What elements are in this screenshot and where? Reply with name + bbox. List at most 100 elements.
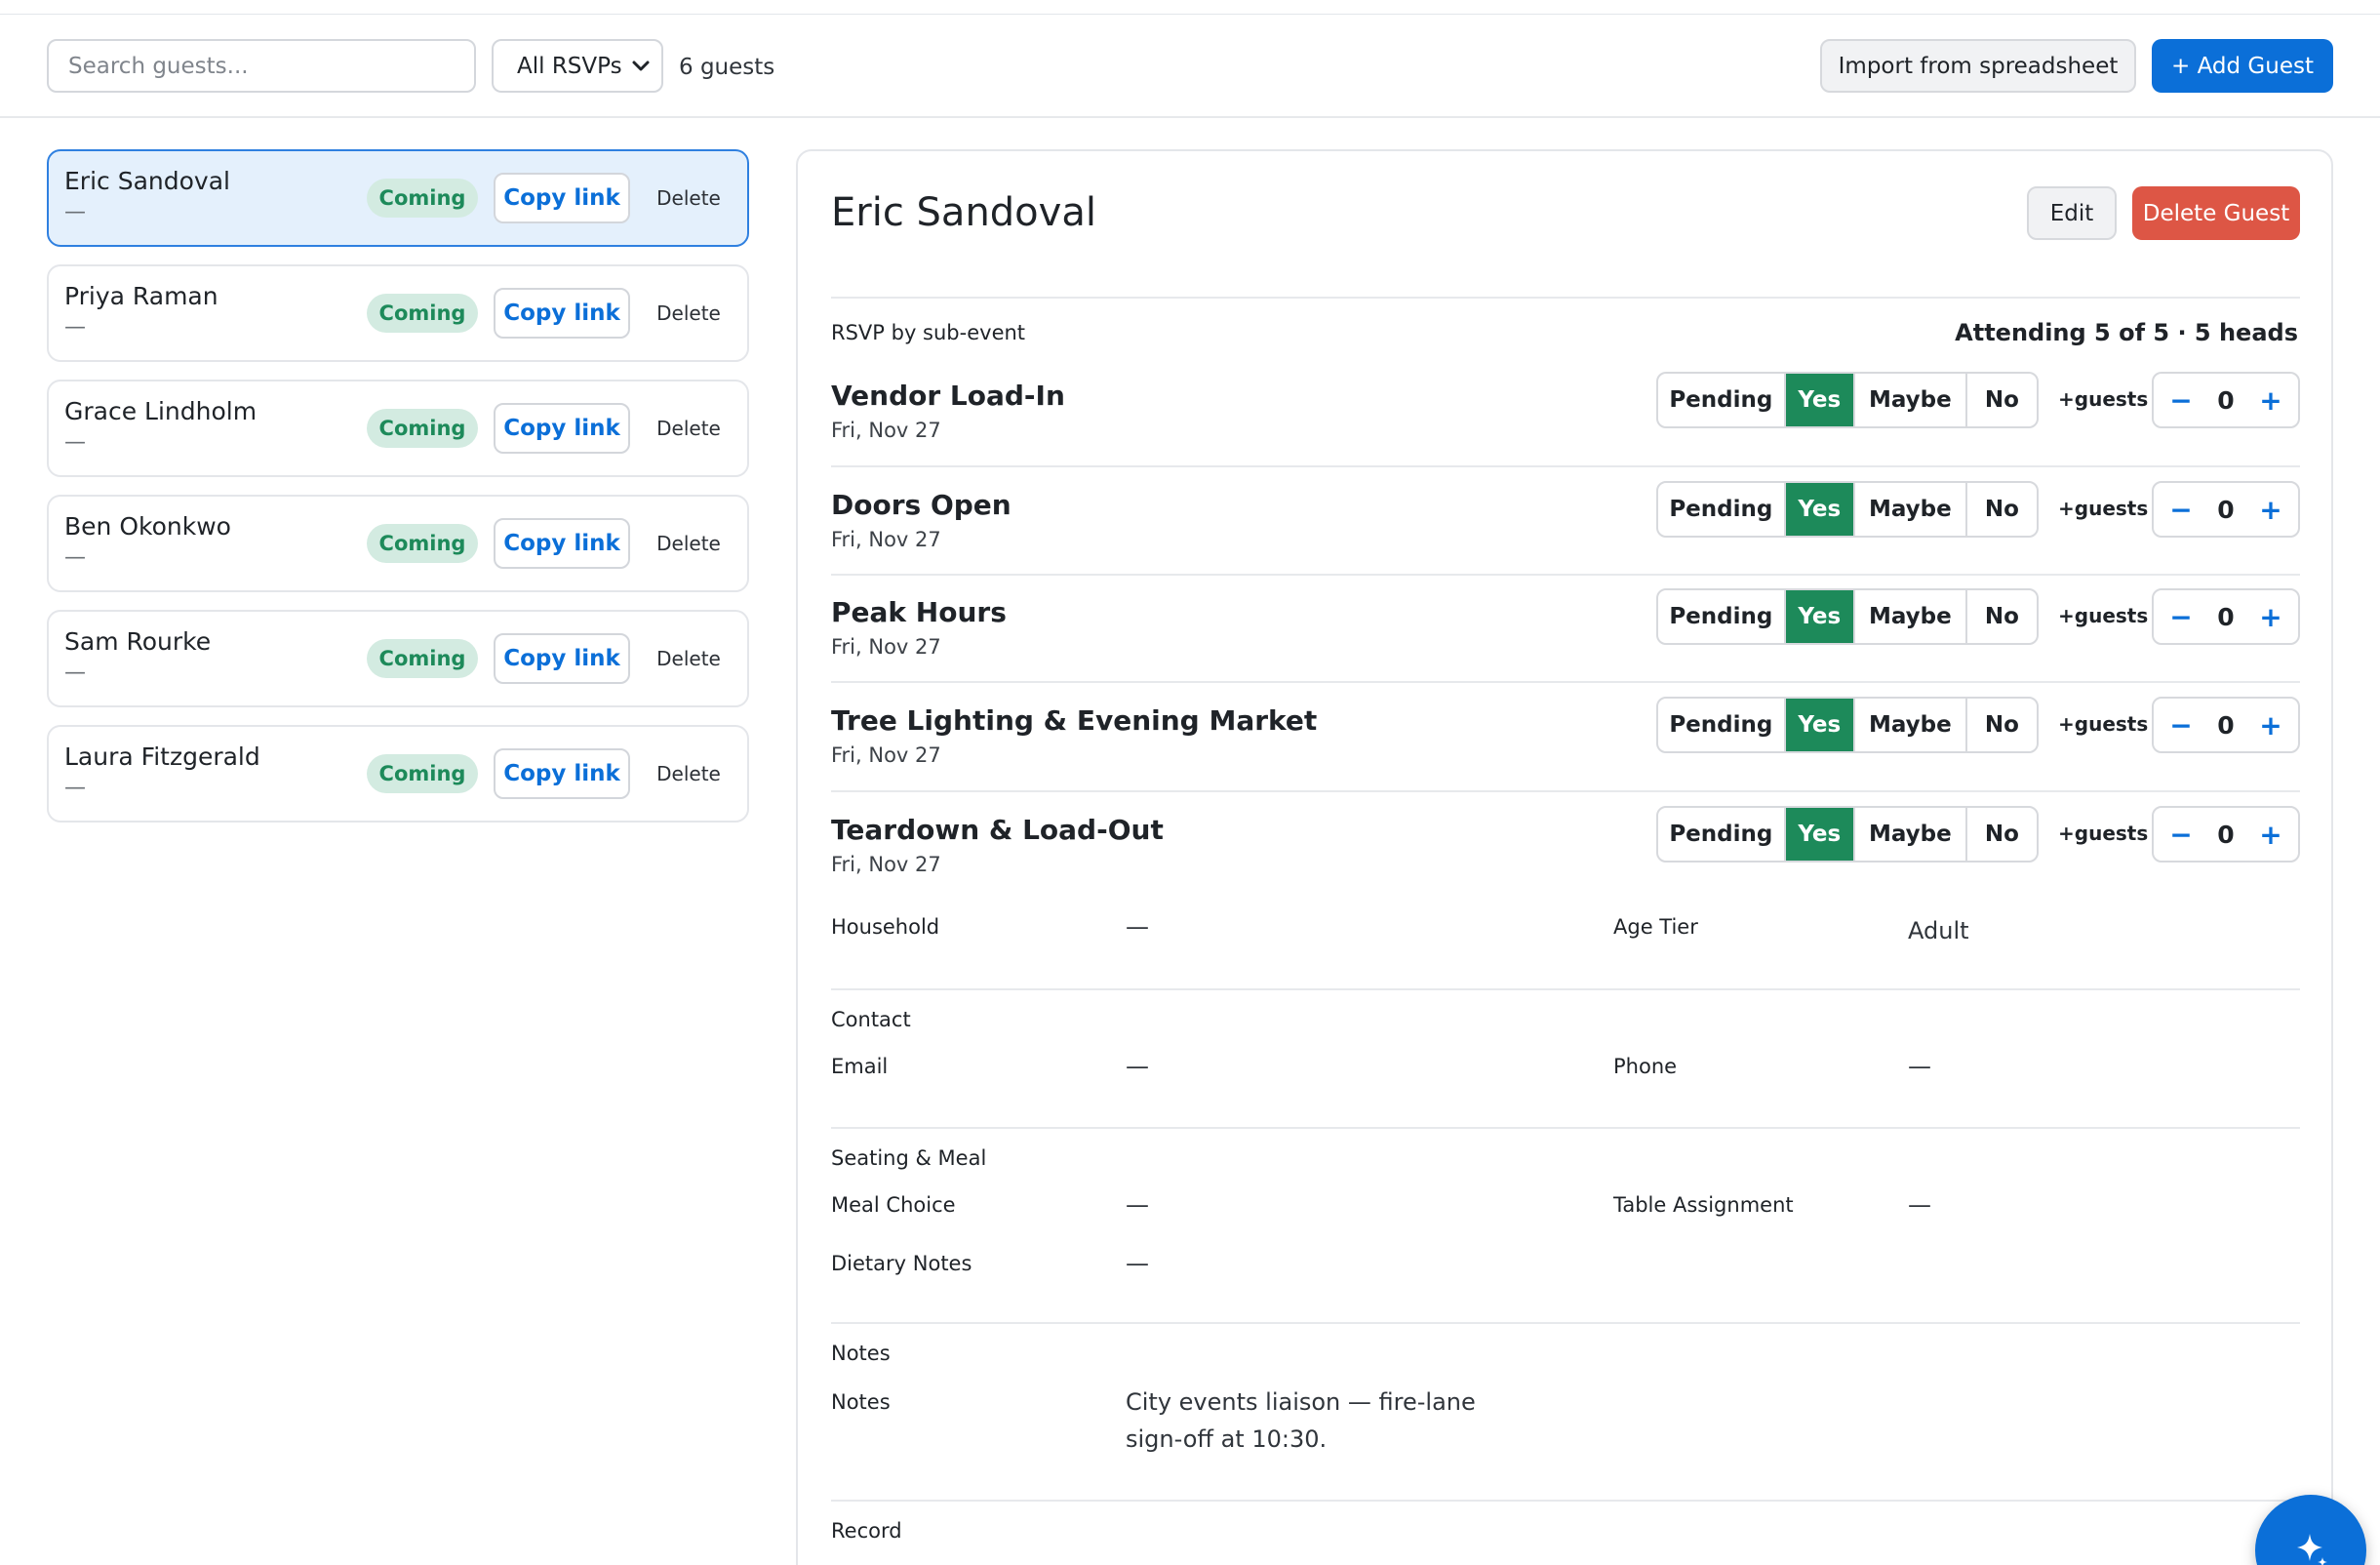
delete-guest-button[interactable]: Delete [646,748,732,799]
rsvp-yes-option[interactable]: Yes [1785,699,1855,751]
rsvp-yes-option[interactable]: Yes [1785,590,1855,643]
search-input[interactable] [47,39,476,93]
age-tier-value: Adult [1908,917,1969,944]
delete-guest-button[interactable]: Delete [646,403,732,454]
guest-name: Priya Raman [64,282,218,310]
increment-button[interactable]: + [2259,494,2282,526]
decrement-button[interactable]: − [2169,601,2193,633]
guest-detail-panel: Eric Sandoval Edit Delete Guest RSVP by … [796,149,2333,1565]
sub-event-date: Fri, Nov 27 [831,853,941,876]
rsvp-pending-option[interactable]: Pending [1658,374,1786,426]
increment-button[interactable]: + [2259,819,2282,851]
guest-count: 6 guests [679,55,775,80]
rsvp-yes-option[interactable]: Yes [1785,808,1855,861]
decrement-button[interactable]: − [2169,819,2193,851]
sub-event-name: Tree Lighting & Evening Market [831,704,1318,737]
plus-guests-stepper: − 0 + [2152,372,2300,428]
rsvp-no-option[interactable]: No [1967,808,2037,861]
rsvp-segmented-control: Pending Yes Maybe No [1656,372,2039,428]
rsvp-maybe-option[interactable]: Maybe [1855,699,1967,751]
decrement-button[interactable]: − [2169,384,2193,417]
sub-event-name: Vendor Load-In [831,380,1065,412]
rsvp-maybe-option[interactable]: Maybe [1855,483,1967,536]
guest-card[interactable]: Grace Lindholm — Coming Copy link Delete [47,380,749,477]
sub-event-row: Vendor Load-In Fri, Nov 27 Pending Yes M… [831,372,2300,487]
sub-event-name: Teardown & Load-Out [831,814,1164,846]
dietary-notes-label: Dietary Notes [831,1252,972,1275]
rsvp-pending-option[interactable]: Pending [1658,590,1786,643]
plus-guests-value: 0 [2217,385,2235,415]
plus-guests-label: +guests [2058,387,2149,411]
guest-household: — [64,545,86,570]
rsvp-maybe-option[interactable]: Maybe [1855,808,1967,861]
rsvp-no-option[interactable]: No [1967,590,2037,643]
divider [831,1127,2300,1129]
sub-event-date: Fri, Nov 27 [831,419,941,442]
guest-card[interactable]: Laura Fitzgerald — Coming Copy link Dele… [47,725,749,823]
sub-event-date: Fri, Nov 27 [831,528,941,551]
increment-button[interactable]: + [2259,709,2282,742]
record-heading: Record [831,1519,902,1543]
rsvp-no-option[interactable]: No [1967,483,2037,536]
rsvp-segmented-control: Pending Yes Maybe No [1656,697,2039,753]
edit-button[interactable]: Edit [2027,186,2117,240]
delete-guest-button[interactable]: Delete [646,173,732,223]
copy-link-button[interactable]: Copy link [494,748,630,799]
guest-card[interactable]: Ben Okonkwo — Coming Copy link Delete [47,495,749,592]
plus-guests-label: +guests [2058,497,2149,520]
sub-event-name: Doors Open [831,489,1012,521]
rsvp-maybe-option[interactable]: Maybe [1855,590,1967,643]
meal-choice-value: — [1126,1191,1149,1219]
copy-link-button[interactable]: Copy link [494,518,630,569]
increment-button[interactable]: + [2259,384,2282,417]
guest-card[interactable]: Eric Sandoval — Coming Copy link Delete [47,149,749,247]
plus-guests-label: +guests [2058,822,2149,845]
delete-guest-button[interactable]: Delete Guest [2132,186,2300,240]
delete-guest-button[interactable]: Delete [646,633,732,684]
rsvp-segmented-control: Pending Yes Maybe No [1656,481,2039,538]
guest-name: Eric Sandoval [64,167,230,195]
copy-link-button[interactable]: Copy link [494,633,630,684]
rsvp-section-label: RSVP by sub-event [831,321,1026,344]
status-badge: Coming [367,179,478,218]
rsvp-yes-option[interactable]: Yes [1785,374,1855,426]
rsvp-yes-option[interactable]: Yes [1785,483,1855,536]
plus-guests-value: 0 [2217,820,2235,849]
rsvp-maybe-option[interactable]: Maybe [1855,374,1967,426]
increment-button[interactable]: + [2259,601,2282,633]
copy-link-button[interactable]: Copy link [494,173,630,223]
rsvp-pending-option[interactable]: Pending [1658,699,1786,751]
guest-household: — [64,661,86,685]
guest-card[interactable]: Priya Raman — Coming Copy link Delete [47,264,749,362]
divider [831,574,2300,576]
delete-guest-button[interactable]: Delete [646,288,732,339]
import-spreadsheet-button[interactable]: Import from spreadsheet [1820,39,2136,93]
phone-value: — [1908,1053,1931,1080]
rsvp-pending-option[interactable]: Pending [1658,808,1786,861]
copy-link-button[interactable]: Copy link [494,288,630,339]
delete-guest-button[interactable]: Delete [646,518,732,569]
guest-name: Grace Lindholm [64,397,258,425]
meal-choice-label: Meal Choice [831,1193,956,1217]
guest-household: — [64,776,86,800]
copy-link-button[interactable]: Copy link [494,403,630,454]
table-assignment-label: Table Assignment [1613,1193,1794,1217]
plus-guests-stepper: − 0 + [2152,481,2300,538]
add-guest-button[interactable]: + Add Guest [2152,39,2333,93]
decrement-button[interactable]: − [2169,494,2193,526]
notes-heading: Notes [831,1342,891,1365]
rsvp-no-option[interactable]: No [1967,374,2037,426]
rsvp-filter-select[interactable]: All RSVPs [492,39,663,93]
sub-event-row: Doors Open Fri, Nov 27 Pending Yes Maybe… [831,481,2300,596]
email-value: — [1126,1053,1149,1080]
guest-household: — [64,430,86,455]
plus-guests-label: +guests [2058,604,2149,627]
sub-event-date: Fri, Nov 27 [831,635,941,659]
guest-card[interactable]: Sam Rourke — Coming Copy link Delete [47,610,749,707]
plus-guests-value: 0 [2217,602,2235,631]
rsvp-pending-option[interactable]: Pending [1658,483,1786,536]
decrement-button[interactable]: − [2169,709,2193,742]
rsvp-segmented-control: Pending Yes Maybe No [1656,806,2039,863]
divider [831,1322,2300,1324]
rsvp-no-option[interactable]: No [1967,699,2037,751]
